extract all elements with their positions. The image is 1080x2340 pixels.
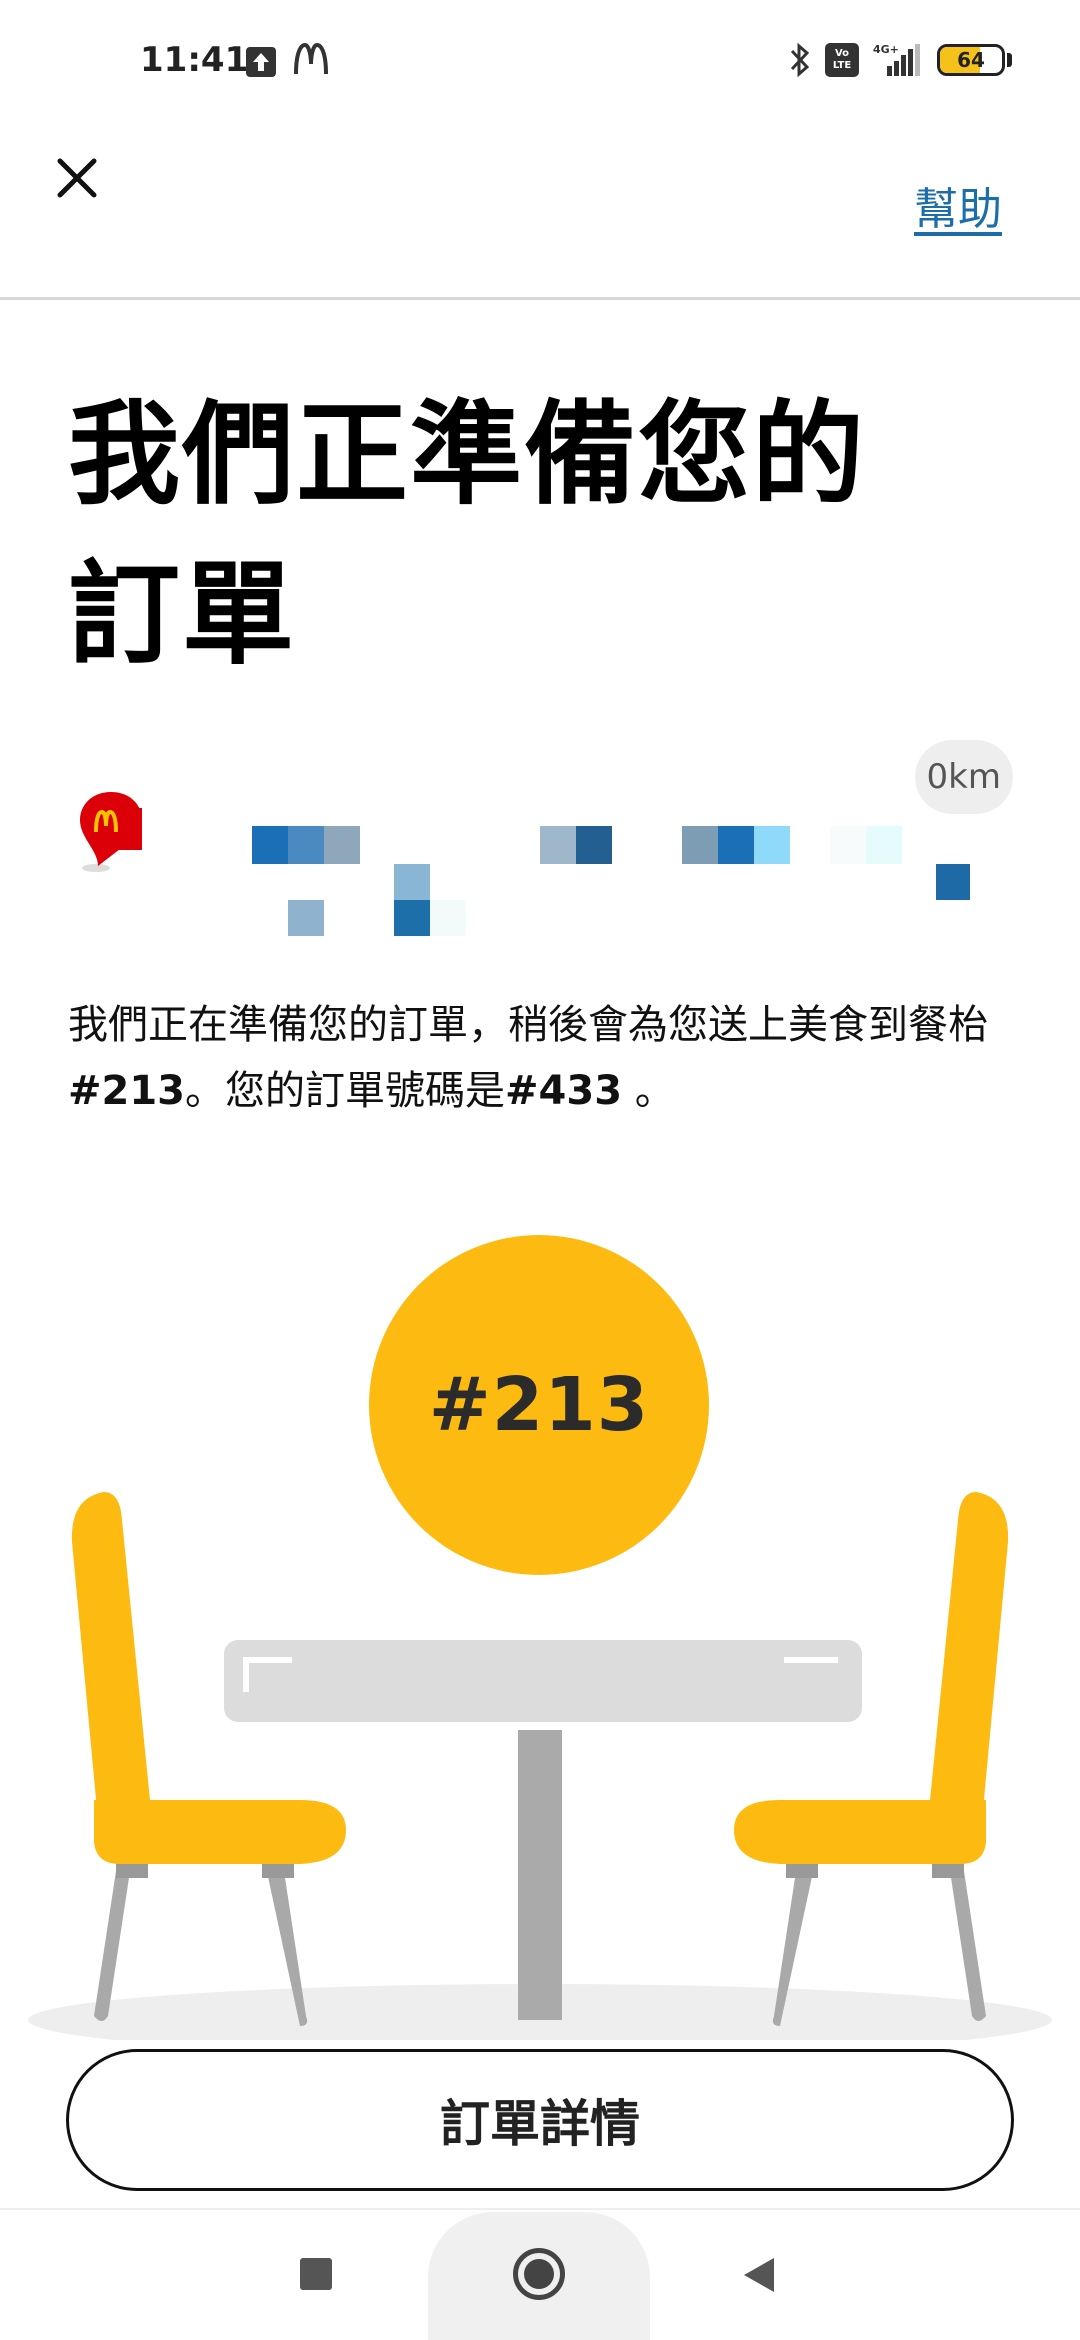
address-blur (936, 864, 970, 900)
status-time: 11:41 (140, 40, 249, 80)
table-illustration: #213 (0, 1230, 1080, 2040)
circle-icon[interactable] (513, 2248, 565, 2300)
description-text-2: 。您的訂單號碼是 (185, 1068, 506, 1114)
mcdonalds-pin-icon (76, 788, 146, 874)
left-chair (71, 1492, 346, 2026)
table-leg (518, 1730, 562, 2020)
address-blur (288, 826, 324, 864)
triangle-back-icon[interactable] (740, 2256, 776, 2298)
address-blur (324, 826, 360, 864)
address-blur (830, 826, 866, 864)
table-number-badge: #213 (369, 1235, 709, 1575)
order-details-button[interactable]: 訂單詳情 (66, 2049, 1014, 2191)
bluetooth-icon (789, 42, 811, 78)
close-icon[interactable] (52, 153, 102, 203)
screen: 11:41 Vo LTE 4G+ 64 幫助 我們正準備您的訂單 0km 我們正… (0, 0, 1080, 2340)
system-nav-bar (0, 2208, 1080, 2340)
page-title: 我們正準備您的訂單 (68, 390, 866, 680)
network-label: 4G+ (873, 43, 899, 56)
order-number: #433 (505, 1068, 623, 1114)
table-top (224, 1640, 862, 1722)
address-blur (718, 826, 754, 864)
address-blur (394, 864, 430, 900)
battery-level: 64 (957, 48, 985, 72)
address-blur (866, 826, 902, 864)
address-blur (394, 900, 430, 936)
address-blur (430, 900, 466, 936)
square-icon[interactable] (300, 2258, 332, 2290)
address-blur (576, 826, 612, 864)
top-bar: 幫助 (0, 125, 1080, 300)
status-icons: Vo LTE 4G+ 64 (789, 40, 1012, 80)
description-text-1: 我們正在準備您的訂單，稍後會為您送上美食到餐枱 (68, 1002, 988, 1048)
address-blur (540, 826, 576, 864)
distance-badge: 0km (914, 740, 1013, 814)
right-chair (734, 1492, 1009, 2026)
upload-icon (246, 47, 276, 77)
address-blur (288, 900, 324, 936)
battery-icon: 64 (937, 44, 1012, 76)
address-blur (754, 826, 790, 864)
status-bar: 11:41 Vo LTE 4G+ 64 (0, 0, 1080, 125)
help-link[interactable]: 幫助 (914, 173, 1002, 237)
signal-icon: 4G+ (873, 42, 923, 78)
volte-icon: Vo LTE (825, 43, 859, 77)
mcdonalds-logo-icon (293, 42, 329, 80)
table-number-label: #213 (428, 1362, 650, 1448)
restaurant-location: 0km (76, 740, 1016, 950)
table-number: #213 (68, 1068, 186, 1114)
volte-top-label: Vo (834, 48, 850, 59)
address-blur (682, 826, 718, 864)
order-description: 我們正在準備您的訂單，稍後會為您送上美食到餐枱#213。您的訂單號碼是#433 … (68, 992, 1018, 1124)
description-text-3: 。 (622, 1068, 675, 1114)
volte-bottom-label: LTE (832, 60, 852, 71)
